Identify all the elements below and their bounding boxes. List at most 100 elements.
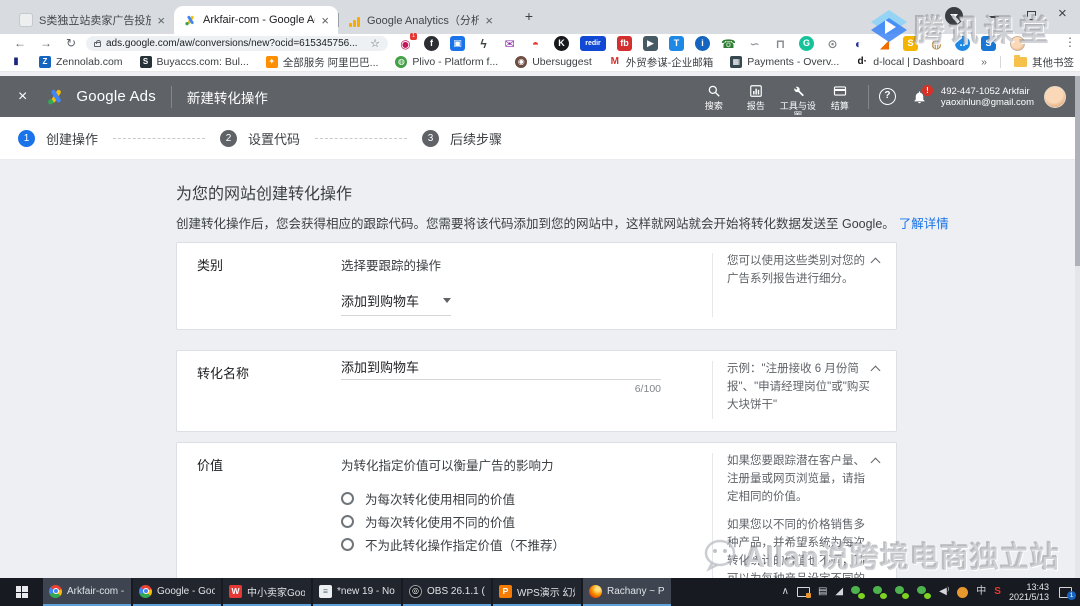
url-text[interactable]: ads.google.com/aw/conversions/new?ocid=6… — [106, 38, 365, 49]
tray-ime-zh-icon[interactable]: 中 — [976, 587, 986, 597]
bookmark-item[interactable]: d·d-local | Dashboard — [856, 56, 964, 68]
k-circle-ext-icon[interactable]: K — [554, 36, 569, 51]
stepper-step-3[interactable]: 3后续步骤 — [422, 129, 502, 148]
taskbar-app-wps-slides[interactable]: PWPS演示 幻灯片... — [493, 578, 581, 606]
tab-close-icon[interactable]: × — [485, 14, 493, 27]
magnifier-ext-icon[interactable]: ⊙ — [825, 36, 840, 51]
scale-ext-icon[interactable]: ⊓ — [773, 36, 788, 51]
other-bookmarks-button[interactable]: 其他书签 — [1014, 55, 1074, 70]
account-avatar[interactable] — [1044, 86, 1066, 108]
tray-qq-icon[interactable] — [957, 587, 968, 598]
cookie-ext-icon[interactable]: ◍ — [929, 36, 944, 51]
browser-tab[interactable]: S类独立站卖家广告投放课程× — [10, 6, 174, 34]
blue-square-ext-icon[interactable]: ▣ — [450, 36, 465, 51]
bookmark-item[interactable]: ◍Plivo - Platform f... — [395, 56, 498, 68]
bookmark-star-icon[interactable]: ☆ — [370, 37, 380, 50]
taskbar-clock[interactable]: 13:43 2021/5/13 — [1009, 582, 1049, 602]
taskbar-app-obs[interactable]: ◎OBS 26.1.1 (64-... — [403, 578, 491, 606]
stepper-step-2[interactable]: 2设置代码 — [220, 129, 300, 148]
tray-network-icon[interactable]: ◢ — [835, 587, 843, 597]
bookmark-item[interactable]: SBuyaccs.com: Bul... — [140, 56, 249, 68]
bookmarks-overflow-chevron[interactable]: » — [981, 56, 987, 68]
ads-close-button[interactable]: × — [18, 89, 27, 105]
new-tab-button[interactable]: + — [520, 8, 538, 26]
help-icon[interactable]: ? — [879, 88, 896, 105]
tab-close-icon[interactable]: × — [157, 14, 165, 27]
radio-option-1[interactable]: 为每次转化使用相同的价值 — [341, 487, 677, 510]
page-scrollbar[interactable] — [1075, 76, 1080, 578]
taskbar-app-chrome-arkfair[interactable]: Arkfair-com - G... — [43, 578, 131, 606]
window-minimize-button[interactable] — [989, 16, 999, 18]
tray-cast-display-icon[interactable] — [797, 587, 810, 597]
category-help: 您可以使用这些类别对您的广告系列报告进行细分。 — [712, 253, 876, 317]
loop-ext-icon[interactable]: ∽ — [747, 36, 762, 51]
tray-sogou-icon[interactable]: S — [994, 587, 1001, 597]
fb-red-ext-icon[interactable]: fb — [617, 36, 632, 51]
conversion-name-input[interactable] — [341, 359, 661, 380]
screen-record-overlay-icon[interactable] — [945, 7, 963, 25]
bookmark-item[interactable]: ▮ — [10, 56, 22, 68]
lightning-ext-icon[interactable]: ϟ — [476, 36, 491, 51]
tray-wechat-4-icon[interactable] — [917, 586, 931, 599]
bookmark-item[interactable]: ▦Payments - Overv... — [730, 56, 839, 68]
category-dropdown[interactable]: 添加到购物车 — [341, 291, 451, 316]
phone-ext-icon[interactable]: ☎ — [721, 36, 736, 51]
tab-close-icon[interactable]: × — [321, 14, 329, 27]
notifications-bell-icon[interactable]: ! — [912, 89, 927, 105]
facebook-round-ext-icon[interactable]: f — [424, 36, 439, 51]
info-ext-icon[interactable]: i — [695, 36, 710, 51]
bookmark-item[interactable]: ✦全部服务 阿里巴巴... — [266, 55, 379, 70]
nav-billing[interactable]: 结算 — [820, 79, 860, 115]
account-info[interactable]: 492-447-1052 Arkfair yaoxinlun@gmail.com — [941, 86, 1034, 108]
taskbar-app-firefox[interactable]: Rachany ~ Pref... — [583, 578, 671, 606]
tray-wechat-2-icon[interactable] — [873, 586, 887, 599]
tff-blue-ext-icon[interactable]: T — [669, 36, 684, 51]
mail-ext-icon[interactable]: ✉ — [502, 36, 517, 51]
taskbar-app-wps-doc[interactable]: W中小卖家Google... — [223, 578, 311, 606]
address-bar[interactable]: ads.google.com/aw/conversions/new?ocid=6… — [86, 36, 388, 51]
scrollbar-thumb[interactable] — [1075, 76, 1080, 266]
stepper-step-1[interactable]: 1创建操作 — [18, 129, 98, 148]
tray-wechat-1-icon[interactable] — [851, 586, 865, 599]
s-yellow-ext-icon[interactable]: S — [903, 36, 918, 51]
tray-wechat-3-icon[interactable] — [895, 586, 909, 599]
globe-ext-icon[interactable]: ◐ — [851, 36, 866, 51]
bookmark-item[interactable]: M外贸参谋-企业邮箱 — [609, 55, 714, 70]
window-close-button[interactable]: × — [1058, 5, 1067, 22]
chat-faces-ext-icon[interactable]: ‥ — [955, 36, 970, 51]
browser-tab[interactable]: Arkfair-com - Google Ads× — [174, 6, 338, 34]
redirect-ext-icon[interactable]: redir — [580, 36, 606, 51]
bell-badge: ! — [922, 85, 933, 96]
radio-option-3[interactable]: 不为此转化操作指定价值（不推荐） — [341, 533, 677, 556]
carrot-ext-icon[interactable]: ◢ — [877, 36, 892, 51]
browser-menu-icon[interactable]: ⋮ — [1064, 35, 1076, 49]
radio-button-icon — [341, 492, 354, 505]
taskbar-app-notepad[interactable]: ≡*new 19 - Note... — [313, 578, 401, 606]
grammarly-ext-icon[interactable]: G — [799, 36, 814, 51]
taskbar-app-chrome-google[interactable]: Google - Googl... — [133, 578, 221, 606]
bookmark-item[interactable]: ◉Ubersuggest — [515, 56, 592, 68]
action-center-icon[interactable]: 1 — [1059, 587, 1072, 598]
nav-reports[interactable]: 报告 — [736, 79, 776, 115]
back-button[interactable]: ← — [14, 36, 26, 50]
s-blue-ext-icon[interactable]: S — [981, 36, 996, 51]
forward-button[interactable]: → — [40, 36, 52, 50]
capture-ext-icon[interactable]: ▶ — [643, 36, 658, 51]
name-help-text: 示例："注册接收 6 月份简报"、"申请经理岗位"或"购买大块饼干" — [727, 361, 876, 414]
nav-tools[interactable]: 工具与设置 — [778, 79, 818, 115]
learn-more-link[interactable]: 了解详情 — [899, 217, 949, 231]
start-button[interactable] — [0, 578, 43, 606]
pokeball-ext-icon[interactable]: ◓ — [528, 36, 543, 51]
share-ext-icon[interactable]: ◉1 — [398, 36, 413, 51]
bookmark-item[interactable]: ZZennolab.com — [39, 56, 123, 68]
browser-tab[interactable]: Google Analytics（分析）× — [338, 6, 502, 34]
radio-option-2[interactable]: 为每次转化使用不同的价值 — [341, 510, 677, 533]
reload-button[interactable]: ↻ — [66, 36, 76, 50]
browser-profile-avatar[interactable] — [1010, 36, 1025, 51]
tray-volume-icon[interactable]: ◀⁾ — [939, 587, 949, 597]
page-content: 为您的网站创建转化操作 创建转化操作后，您会获得相应的跟踪代码。您需要将该代码添… — [0, 160, 1080, 578]
tray-touch-keyboard-icon[interactable]: ▤ — [818, 587, 827, 597]
nav-search[interactable]: 搜索 — [694, 79, 734, 115]
window-maximize-button[interactable] — [1027, 11, 1036, 20]
tray-expand-icon[interactable]: ∧ — [782, 587, 789, 597]
